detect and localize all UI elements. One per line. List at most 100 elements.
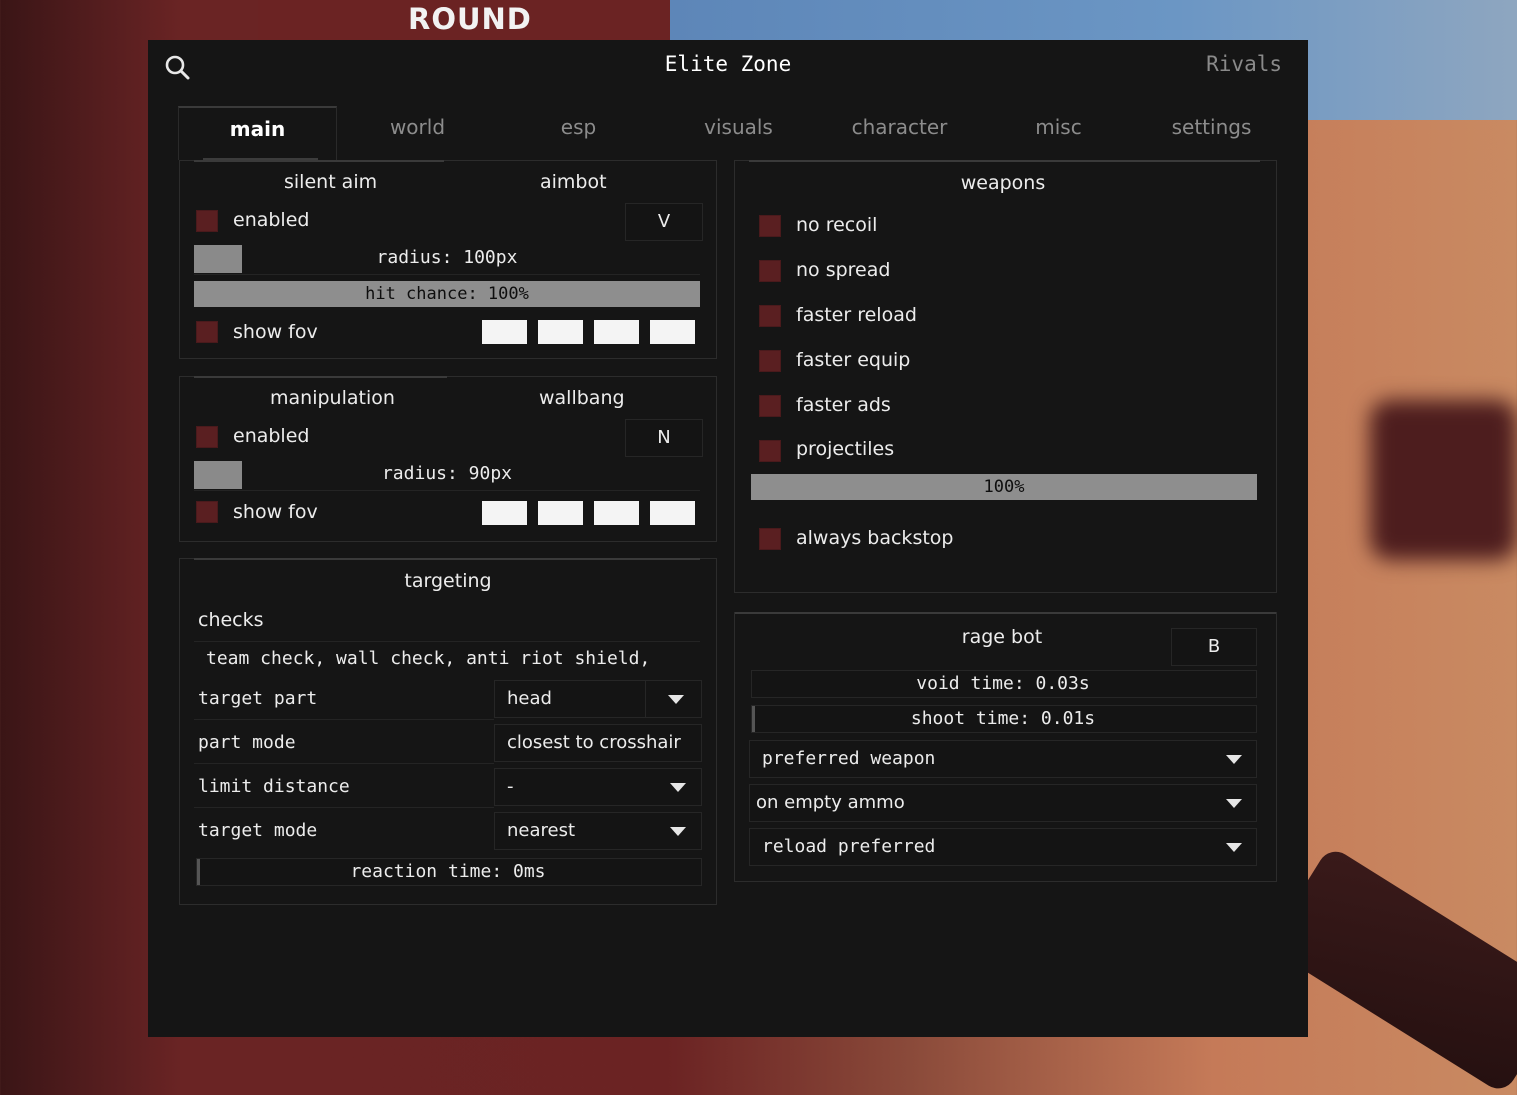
fov-color-swatch[interactable] (538, 501, 583, 525)
no-recoil-checkbox[interactable] (759, 215, 781, 237)
divider (194, 807, 494, 808)
fov-color-swatch[interactable] (594, 501, 639, 525)
limit-distance-dropdown[interactable]: - (494, 768, 702, 806)
radius-slider-track (194, 490, 700, 491)
limit-distance-label: limit distance (198, 776, 350, 797)
panel-top-line (749, 160, 1260, 162)
tab-settings[interactable]: settings (1133, 106, 1290, 158)
background-shape (1370, 400, 1517, 560)
part-mode-value: closest to crosshair (507, 732, 681, 753)
rage-bot-keybind[interactable]: B (1171, 628, 1257, 666)
tab-misc[interactable]: misc (980, 106, 1137, 158)
tab-visuals[interactable]: visuals (660, 106, 817, 158)
show-fov-checkbox[interactable] (196, 321, 218, 343)
manipulation-keybind[interactable]: N (625, 419, 703, 457)
radius-slider-track (194, 274, 700, 275)
faster-ads-checkbox[interactable] (759, 395, 781, 417)
preferred-weapon-label: preferred weapon (762, 748, 936, 769)
fov-color-swatch[interactable] (650, 320, 695, 344)
panel-tab-indicator (194, 160, 444, 162)
always-backstop-checkbox[interactable] (759, 528, 781, 550)
manipulation-panel: manipulation wallbang enabled N radius: … (179, 376, 717, 542)
faster-reload-label: faster reload (796, 304, 917, 326)
reload-preferred-dropdown[interactable]: reload preferred (749, 828, 1257, 866)
part-mode-dropdown[interactable]: closest to crosshair (494, 724, 702, 762)
tab-esp[interactable]: esp (500, 106, 657, 158)
chevron-down-icon (1226, 799, 1242, 808)
tab-world[interactable]: world (339, 106, 496, 158)
weapons-panel: weapons no recoil no spread faster reloa… (734, 160, 1277, 593)
no-spread-label: no spread (796, 259, 891, 281)
chevron-down-icon (1226, 755, 1242, 764)
manipulation-enabled-label: enabled (233, 425, 310, 447)
manipulation-enabled-checkbox[interactable] (196, 426, 218, 448)
projectiles-percent-slider[interactable]: 100% (751, 474, 1257, 500)
panel-top-line (194, 558, 700, 560)
tab-silent-aim[interactable]: silent aim (284, 171, 377, 193)
no-recoil-label: no recoil (796, 214, 878, 236)
silent-aim-enabled-label: enabled (233, 209, 310, 231)
hit-chance-slider[interactable]: hit chance: 100% (194, 281, 700, 307)
target-mode-label: target mode (198, 820, 318, 841)
projectiles-label: projectiles (796, 438, 895, 460)
shoot-time-label: shoot time: 0.01s (910, 708, 1096, 729)
tab-main[interactable]: main (178, 106, 337, 160)
rage-bot-panel: rage bot B void time: 0.03s shoot time: … (734, 612, 1277, 882)
fov-color-swatch[interactable] (482, 320, 527, 344)
on-empty-ammo-label: on empty ammo (756, 792, 905, 813)
tab-manipulation[interactable]: manipulation (270, 387, 395, 409)
radius-label: radius: 90px (381, 463, 513, 484)
tab-bar: main world esp visuals character misc se… (178, 106, 1278, 160)
round-banner: ROUND (408, 2, 532, 36)
divider (194, 763, 494, 764)
show-fov-label: show fov (233, 321, 318, 343)
faster-equip-label: faster equip (796, 349, 911, 371)
panel-tab-indicator (194, 376, 447, 378)
target-mode-value: nearest (507, 820, 576, 841)
game-name: Rivals (1206, 52, 1282, 76)
tab-character[interactable]: character (821, 106, 978, 158)
chevron-down-icon (668, 695, 684, 704)
dropdown-divider (645, 681, 646, 717)
tab-wallbang[interactable]: wallbang (539, 387, 625, 409)
no-spread-checkbox[interactable] (759, 260, 781, 282)
target-part-value: head (507, 688, 552, 709)
checks-label: checks (198, 609, 264, 631)
fov-color-swatch[interactable] (482, 501, 527, 525)
panel-top-line (735, 612, 1276, 614)
preferred-weapon-dropdown[interactable]: preferred weapon (749, 740, 1257, 778)
projectiles-checkbox[interactable] (759, 440, 781, 462)
silent-aim-panel: silent aim aimbot enabled V radius: 100p… (179, 160, 717, 359)
cheat-menu-window: Elite Zone Rivals main world esp visuals… (148, 40, 1308, 1037)
chevron-down-icon (1226, 843, 1242, 852)
window-title: Elite Zone (664, 52, 792, 76)
reload-preferred-label: reload preferred (762, 836, 936, 857)
target-part-label: target part (198, 688, 318, 709)
target-part-dropdown[interactable]: head (494, 680, 702, 718)
fov-color-swatch[interactable] (594, 320, 639, 344)
silent-aim-enabled-checkbox[interactable] (196, 210, 218, 232)
on-empty-ammo-dropdown[interactable]: on empty ammo (749, 784, 1257, 822)
faster-reload-checkbox[interactable] (759, 305, 781, 327)
chevron-down-icon (670, 827, 686, 836)
part-mode-label: part mode (198, 732, 296, 753)
always-backstop-label: always backstop (796, 527, 954, 549)
faster-equip-checkbox[interactable] (759, 350, 781, 372)
targeting-panel: targeting checks team check, wall check,… (179, 558, 717, 905)
fov-color-swatch[interactable] (538, 320, 583, 344)
chevron-down-icon (670, 783, 686, 792)
reaction-time-label: reaction time: 0ms (350, 861, 546, 882)
limit-distance-value: - (507, 776, 514, 797)
fov-color-swatch[interactable] (650, 501, 695, 525)
checks-multiselect[interactable]: team check, wall check, anti riot shield… (206, 648, 650, 669)
divider (194, 719, 494, 720)
weapons-header: weapons (960, 172, 1046, 194)
show-fov-label: show fov (233, 501, 318, 523)
radius-label: radius: 100px (376, 247, 518, 268)
divider (194, 641, 700, 642)
target-mode-dropdown[interactable]: nearest (494, 812, 702, 850)
silent-aim-keybind[interactable]: V (625, 203, 703, 241)
tab-aimbot[interactable]: aimbot (540, 171, 607, 193)
show-fov-checkbox[interactable] (196, 501, 218, 523)
targeting-header: targeting (404, 570, 492, 592)
